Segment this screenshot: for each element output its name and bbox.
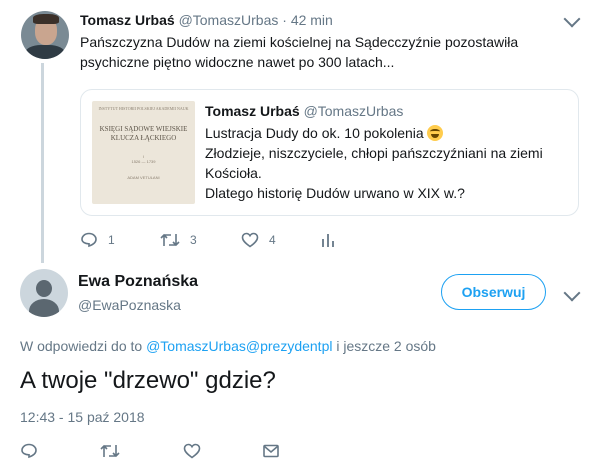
tweet1-like-count: 4 <box>269 233 276 247</box>
tweet1-reply-count: 1 <box>108 233 115 247</box>
quoted-tweet[interactable]: INSTYTUT HISTORII POLSKIEJ AKADEMII NAUK… <box>80 89 579 216</box>
retweet-icon <box>160 233 180 247</box>
reply-prefix: W odpowiedzi do to <box>20 338 147 354</box>
tweet2-text: A twoje "drzewo" gdzie? <box>20 367 276 394</box>
follow-button[interactable]: Obserwuj <box>441 274 546 310</box>
tweet2-author-name[interactable]: Ewa Poznańska <box>78 273 198 291</box>
quoted-text: Lustracja Dudy do ok. 10 pokolenia Złodz… <box>205 123 565 203</box>
tweet1-author-name[interactable]: Tomasz Urbaś <box>80 12 175 28</box>
tweet1-retweet-count: 3 <box>190 233 197 247</box>
quoted-author-name: Tomasz Urbaś <box>205 103 300 119</box>
tweet1-text: Pańszczyzna Dudów na ziemi kościelnej na… <box>80 34 519 70</box>
reply-users-link[interactable]: @TomaszUrbas@prezydentpl <box>146 338 332 354</box>
quoted-line-2: Złodzieje, niszczyciele, chłopi pańszczy… <box>205 145 543 181</box>
tweet1-handle[interactable]: @TomaszUrbas <box>179 12 279 28</box>
retweet-icon <box>100 444 120 458</box>
tweet1-retweet-action[interactable]: 3 <box>160 231 197 249</box>
quoted-line-3: Dlatego historię Dudów urwano w XIX w.? <box>205 185 465 201</box>
quoted-header: Tomasz Urbaś @TomaszUrbas <box>205 103 403 119</box>
tweet1-separator: · <box>282 12 287 28</box>
avatar-tomasz[interactable] <box>21 11 69 59</box>
reply-context: W odpowiedzi do to @TomaszUrbas@prezyden… <box>20 338 436 354</box>
tweet2-timestamp[interactable]: 12:43 - 15 paź 2018 <box>20 409 145 425</box>
reply-suffix: i jeszcze 2 osób <box>332 338 436 354</box>
tweet2-retweet-action[interactable] <box>100 442 120 460</box>
quoted-handle: @TomaszUrbas <box>303 103 404 119</box>
tweet2-like-action[interactable] <box>183 442 201 460</box>
like-icon <box>241 232 259 248</box>
tweet2-handle[interactable]: @EwaPoznaska <box>78 297 181 313</box>
tweet2-message-action[interactable] <box>262 442 280 460</box>
analytics-icon <box>322 234 334 247</box>
tweet1-chevron-down-icon[interactable] <box>563 10 581 28</box>
avatar-ewa[interactable] <box>20 269 68 317</box>
tweet1-analytics-action[interactable] <box>321 231 335 249</box>
reply-icon <box>21 443 37 459</box>
tweet1-header: Tomasz Urbaś @TomaszUrbas · 42 min <box>80 12 333 28</box>
tweet2-reply-action[interactable] <box>20 442 38 460</box>
thread-line <box>41 63 44 263</box>
tweet1-like-action[interactable]: 4 <box>241 231 276 249</box>
laughing-emoji <box>426 125 443 141</box>
book-cover-image: INSTYTUT HISTORII POLSKIEJ AKADEMII NAUK… <box>92 101 195 204</box>
tweet2-chevron-down-icon[interactable] <box>563 284 581 302</box>
tweet1-reply-action[interactable]: 1 <box>80 231 115 249</box>
quoted-line-1: Lustracja Dudy do ok. 10 pokolenia <box>205 125 424 141</box>
tweet1-time[interactable]: 42 min <box>291 12 333 28</box>
like-icon <box>183 443 201 459</box>
mail-icon <box>263 444 279 458</box>
reply-icon <box>81 232 97 248</box>
